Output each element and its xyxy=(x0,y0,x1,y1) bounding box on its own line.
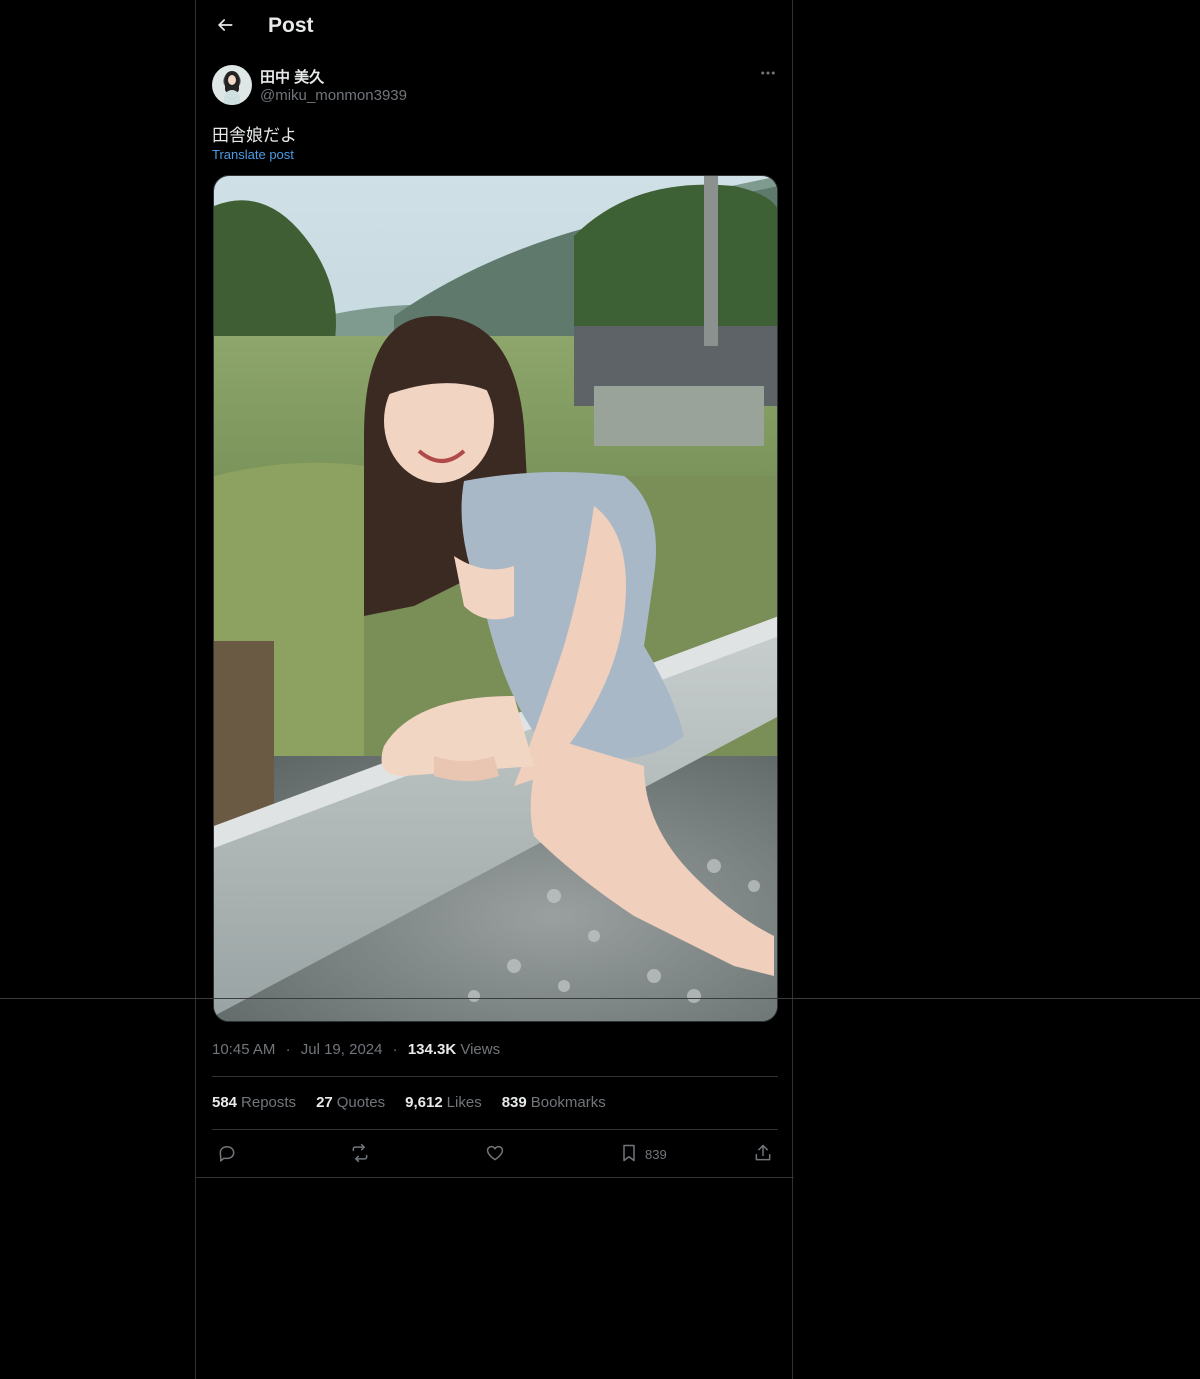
quotes-label: Quotes xyxy=(336,1094,386,1111)
divider xyxy=(196,1177,794,1178)
quotes-stat[interactable]: 27 Quotes xyxy=(316,1094,385,1111)
back-arrow-icon xyxy=(215,15,235,40)
reply-button[interactable] xyxy=(217,1142,237,1166)
more-button[interactable] xyxy=(756,64,780,86)
divider xyxy=(212,1076,778,1077)
repost-button[interactable] xyxy=(350,1142,370,1166)
action-bar: 839 xyxy=(196,1140,794,1168)
quotes-count: 27 xyxy=(316,1094,333,1111)
back-button[interactable] xyxy=(210,12,240,42)
post-stats: 584 Reposts 27 Quotes 9,612 Likes 839 Bookma… xyxy=(212,1094,606,1111)
post-text: 田舎娘だよ xyxy=(212,126,297,145)
share-button[interactable] xyxy=(753,1142,773,1166)
views-label: Views xyxy=(460,1041,501,1058)
likes-stat[interactable]: 9,612 Likes xyxy=(405,1094,482,1111)
like-icon xyxy=(485,1143,505,1166)
post-column: Post 田中 美久 @miku_monmon3939 田舎娘だよ Transl… xyxy=(195,0,794,1379)
overlay-guide-line xyxy=(0,998,1200,999)
top-bar: Post xyxy=(196,0,794,54)
post-photo[interactable] xyxy=(213,175,778,1022)
views-count: 134.3K xyxy=(407,1041,457,1058)
page-title: Post xyxy=(268,14,314,37)
author-name[interactable]: 田中 美久 xyxy=(260,66,324,87)
like-button[interactable] xyxy=(485,1142,505,1166)
repost-icon xyxy=(350,1143,370,1166)
bookmark-icon xyxy=(619,1143,639,1166)
meta-separator: · xyxy=(285,1041,291,1058)
likes-count: 9,612 xyxy=(405,1094,443,1111)
avatar[interactable] xyxy=(212,65,252,105)
post-date[interactable]: Jul 19, 2024 xyxy=(301,1041,383,1058)
post-photo-image xyxy=(214,176,777,1021)
likes-label: Likes xyxy=(446,1094,482,1111)
more-icon xyxy=(759,64,777,87)
bookmark-count: 839 xyxy=(645,1146,667,1162)
reposts-stat[interactable]: 584 Reposts xyxy=(212,1094,296,1111)
share-icon xyxy=(753,1143,773,1166)
post-meta: 10:45 AM · Jul 19, 2024 · 134.3K Views xyxy=(212,1041,500,1058)
bookmark-button[interactable]: 839 xyxy=(619,1142,667,1166)
bookmarks-label: Bookmarks xyxy=(530,1094,606,1111)
bookmarks-stat[interactable]: 839 Bookmarks xyxy=(502,1094,606,1111)
bookmarks-count: 839 xyxy=(501,1094,527,1111)
reply-icon xyxy=(217,1143,237,1166)
author-handle[interactable]: @miku_monmon3939 xyxy=(260,87,407,104)
reposts-label: Reposts xyxy=(241,1094,297,1111)
translate-post-link[interactable]: Translate post xyxy=(212,147,294,162)
meta-separator: · xyxy=(392,1041,398,1058)
reposts-count: 584 xyxy=(212,1094,238,1111)
post-time[interactable]: 10:45 AM xyxy=(212,1041,275,1058)
divider xyxy=(212,1129,778,1130)
